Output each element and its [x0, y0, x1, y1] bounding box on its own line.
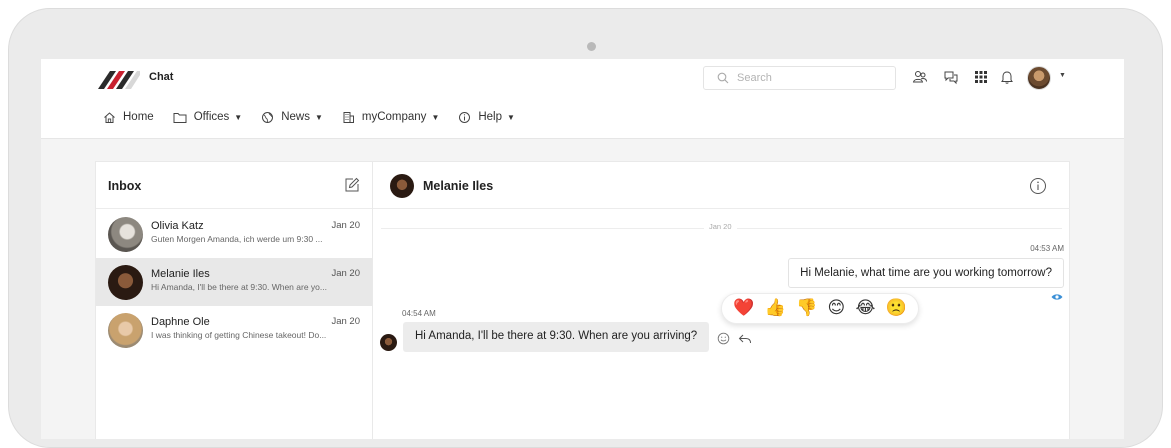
conversation-name: Olivia Katz: [151, 220, 204, 232]
reaction-heart[interactable]: ❤️: [733, 300, 754, 317]
contact-name: Melanie Iles: [423, 179, 494, 193]
globe-icon: [262, 111, 274, 123]
message-timestamp: 04:53 AM: [1030, 244, 1064, 253]
apps-grid-icon[interactable]: [973, 69, 989, 85]
nav-item-mycompany[interactable]: myCompany ▼: [342, 111, 439, 124]
top-header: Chat Search ▼ Home Offices ▼ News ▼ myCo…: [41, 59, 1124, 139]
info-icon[interactable]: [1029, 177, 1047, 195]
chat-panel: Inbox Olivia Katz Jan 20 Guten Morgen Am…: [95, 161, 1070, 439]
thread-header: Melanie Iles: [373, 162, 1070, 209]
camera-dot: [587, 42, 596, 51]
avatar: [108, 265, 143, 300]
chevron-down-icon: ▼: [507, 112, 515, 122]
conversation-preview: Hi Amanda, I'll be there at 9:30. When a…: [151, 282, 327, 292]
reaction-smile[interactable]: 😊: [828, 300, 846, 317]
reaction-thumbs-down[interactable]: 👎: [796, 300, 817, 317]
inbox-title: Inbox: [108, 179, 142, 193]
conversation-preview: I was thinking of getting Chinese takeou…: [151, 330, 327, 340]
chevron-down-icon: ▼: [234, 112, 243, 122]
conversation-date: Jan 20: [331, 268, 360, 279]
day-separator-label: Jan 20: [704, 222, 737, 231]
compose-icon[interactable]: [344, 177, 360, 193]
conversation-item-daphne-ole[interactable]: Daphne Ole Jan 20 I was thinking of gett…: [96, 306, 372, 354]
chat-bubbles-icon[interactable]: [943, 69, 959, 85]
search-box[interactable]: [703, 66, 896, 90]
user-avatar[interactable]: [1027, 66, 1051, 90]
building-icon: [343, 111, 354, 123]
incoming-message[interactable]: Hi Amanda, I'll be there at 9:30. When a…: [403, 322, 710, 352]
home-icon: [104, 111, 115, 123]
nav-item-offices[interactable]: Offices ▼: [173, 111, 243, 124]
nav-label-help: Help: [478, 111, 503, 123]
reaction-frown[interactable]: 🙁: [886, 300, 907, 317]
conversation-name: Daphne Ole: [151, 316, 210, 328]
app-screen: Chat Search ▼ Home Offices ▼ News ▼ myCo…: [41, 59, 1124, 439]
nav-label-offices: Offices: [193, 111, 230, 123]
nav-item-news[interactable]: News ▼: [261, 111, 323, 124]
nav-item-help[interactable]: Help ▼: [458, 111, 515, 124]
avatar: [108, 313, 143, 348]
seen-eye-icon: [1051, 294, 1063, 300]
bell-icon[interactable]: [999, 69, 1015, 85]
inbox-header: Inbox: [96, 162, 372, 209]
search-input[interactable]: [737, 70, 887, 86]
nav-label-home: Home: [123, 111, 154, 123]
folder-icon: [173, 112, 187, 123]
app-title: Chat: [149, 71, 174, 83]
reaction-thumbs-up[interactable]: 👍: [765, 300, 786, 317]
conversation-preview: Guten Morgen Amanda, ich werde um 9:30 .…: [151, 234, 323, 244]
reaction-picker: ❤️ 👍 👎 😊 😂 🙁: [721, 293, 919, 324]
reaction-laugh[interactable]: 😂: [856, 300, 876, 317]
chevron-down-icon: ▼: [431, 112, 440, 122]
company-logo: [98, 71, 140, 89]
search-icon: [717, 72, 729, 84]
info-icon: [459, 111, 471, 123]
conversation-date: Jan 20: [331, 220, 360, 231]
main-nav: Home Offices ▼ News ▼ myCompany ▼ Help ▼: [103, 107, 534, 127]
reply-icon[interactable]: [738, 332, 752, 345]
smiley-icon[interactable]: [717, 332, 730, 345]
message-thread: Melanie Iles Jan 20 04:53 AM Hi Melanie,…: [373, 162, 1070, 439]
nav-label-mycompany: myCompany: [361, 111, 427, 123]
chevron-down-icon[interactable]: ▼: [1059, 72, 1066, 79]
conversation-item-melanie-iles[interactable]: Melanie Iles Jan 20 Hi Amanda, I'll be t…: [96, 258, 372, 306]
nav-label-news: News: [281, 111, 310, 123]
message-timestamp: 04:54 AM: [402, 309, 436, 318]
nav-item-home[interactable]: Home: [103, 111, 154, 124]
avatar: [108, 217, 143, 252]
chevron-down-icon: ▼: [314, 112, 323, 122]
conversation-item-olivia-katz[interactable]: Olivia Katz Jan 20 Guten Morgen Amanda, …: [96, 210, 372, 258]
contacts-icon[interactable]: [912, 69, 928, 85]
conversation-name: Melanie Iles: [151, 268, 210, 280]
conversation-date: Jan 20: [331, 316, 360, 327]
inbox-sidebar: Inbox Olivia Katz Jan 20 Guten Morgen Am…: [96, 162, 373, 439]
sender-avatar: [380, 334, 397, 351]
outgoing-message[interactable]: Hi Melanie, what time are you working to…: [788, 258, 1064, 288]
contact-avatar[interactable]: [390, 174, 414, 198]
